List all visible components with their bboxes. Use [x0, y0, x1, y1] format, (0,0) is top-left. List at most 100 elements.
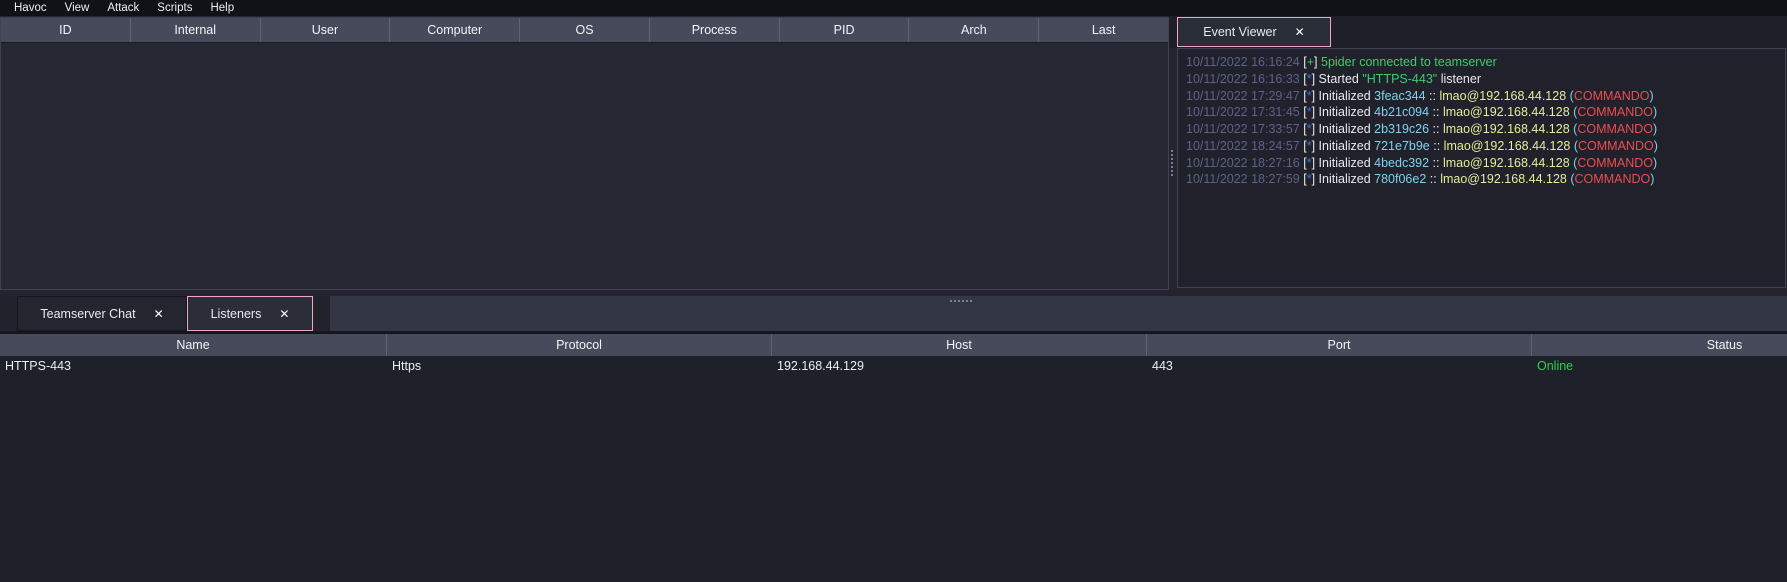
event-text-segment: listener [1437, 72, 1481, 86]
event-timestamp: 10/11/2022 17:33:57 [1186, 122, 1303, 136]
menu-item-scripts[interactable]: Scripts [148, 0, 201, 16]
event-text-segment: ) [1654, 139, 1658, 153]
event-text-segment: ) [1653, 122, 1657, 136]
sessions-column-internal[interactable]: Internal [131, 18, 261, 42]
event-text-segment: COMMANDO [1577, 122, 1653, 136]
listeners-column-name[interactable]: Name [0, 334, 387, 356]
tab-teamserver-chat[interactable]: Teamserver Chat ✕ [17, 296, 187, 331]
listeners-column-status[interactable]: Status [1532, 334, 1787, 356]
event-timestamp: 10/11/2022 18:27:59 [1186, 172, 1303, 186]
sessions-column-arch[interactable]: Arch [909, 18, 1039, 42]
menu-item-attack[interactable]: Attack [98, 0, 148, 16]
splitter-dot [966, 300, 968, 302]
splitter-dot [958, 300, 960, 302]
bottom-tabbar-spacer [330, 296, 1787, 331]
event-text-segment: ) [1650, 172, 1654, 186]
event-text-segment: 3feac344 [1374, 89, 1425, 103]
splitter-dot [950, 300, 952, 302]
splitter-dot [1171, 170, 1173, 172]
listeners-table-body[interactable]: HTTPS-443Https192.168.44.129443Online [0, 356, 1787, 582]
event-text-segment: ) [1653, 156, 1657, 170]
event-text-segment: ] Initialized [1312, 89, 1375, 103]
event-log-line: 10/11/2022 18:27:16 [*] Initialized 4bed… [1186, 155, 1785, 172]
event-text-segment: + [1307, 55, 1314, 69]
sessions-column-os[interactable]: OS [520, 18, 650, 42]
event-text-segment: :: [1426, 89, 1440, 103]
event-text-segment: :: [1429, 105, 1443, 119]
splitter-dot [1171, 166, 1173, 168]
menu-bar: HavocViewAttackScriptsHelp [0, 0, 1787, 16]
event-text-segment: ] Initialized [1312, 139, 1375, 153]
event-text-segment: ] Initialized [1312, 172, 1375, 186]
splitter-dot [1171, 150, 1173, 152]
listener-cell-status: Online [1532, 359, 1787, 373]
event-text-segment: 721e7b9e [1374, 139, 1430, 153]
event-log-line: 10/11/2022 17:33:57 [*] Initialized 2b31… [1186, 121, 1785, 138]
event-timestamp: 10/11/2022 17:29:47 [1186, 89, 1303, 103]
event-text-segment: 4b21c094 [1374, 105, 1429, 119]
tab-listeners[interactable]: Listeners ✕ [187, 296, 313, 331]
menu-item-havoc[interactable]: Havoc [5, 0, 56, 16]
event-text-segment: COMMANDO [1575, 172, 1651, 186]
menu-item-help[interactable]: Help [201, 0, 243, 16]
event-text-segment: COMMANDO [1574, 89, 1650, 103]
havoc-window: { "colors": { "accent_pink": "#f3a6c1", … [0, 0, 1787, 582]
event-text-segment: ) [1650, 89, 1654, 103]
vertical-splitter-handle[interactable] [1171, 150, 1173, 176]
splitter-dot [954, 300, 956, 302]
event-text-segment: COMMANDO [1577, 105, 1653, 119]
menu-item-view[interactable]: View [56, 0, 99, 16]
sessions-column-pid[interactable]: PID [780, 18, 910, 42]
event-log-line: 10/11/2022 16:16:24 [+] 5pider connected… [1186, 54, 1785, 71]
event-text-segment: 2b319c26 [1374, 122, 1429, 136]
tab-event-viewer[interactable]: Event Viewer ✕ [1177, 17, 1331, 47]
splitter-dot [1171, 162, 1173, 164]
close-icon[interactable]: ✕ [1295, 26, 1305, 38]
close-icon[interactable]: ✕ [279, 308, 289, 320]
listener-cell-host: 192.168.44.129 [772, 359, 1147, 373]
event-text-segment: lmao@192.168.44.128 [1440, 172, 1567, 186]
splitter-dot [1171, 154, 1173, 156]
event-text-segment: COMMANDO [1578, 139, 1654, 153]
sessions-column-user[interactable]: User [261, 18, 391, 42]
event-text-segment: :: [1429, 122, 1443, 136]
listener-cell-name: HTTPS-443 [0, 359, 387, 373]
sessions-column-id[interactable]: ID [1, 18, 131, 42]
splitter-dot [1171, 158, 1173, 160]
listeners-column-port[interactable]: Port [1147, 334, 1532, 356]
sessions-column-computer[interactable]: Computer [390, 18, 520, 42]
listener-cell-port: 443 [1147, 359, 1532, 373]
sessions-column-process[interactable]: Process [650, 18, 780, 42]
splitter-dot [962, 300, 964, 302]
event-timestamp: 10/11/2022 17:31:45 [1186, 105, 1303, 119]
event-log-line: 10/11/2022 17:29:47 [*] Initialized 3fea… [1186, 88, 1785, 105]
event-text-segment: COMMANDO [1577, 156, 1653, 170]
listener-row[interactable]: HTTPS-443Https192.168.44.129443Online [0, 356, 1787, 376]
event-text-segment: ] Started [1312, 72, 1363, 86]
event-timestamp: 10/11/2022 16:16:24 [1186, 55, 1303, 69]
event-log-line: 10/11/2022 18:24:57 [*] Initialized 721e… [1186, 138, 1785, 155]
listeners-column-protocol[interactable]: Protocol [387, 334, 772, 356]
sessions-table: IDInternalUserComputerOSProcessPIDArchLa… [0, 17, 1169, 290]
close-icon[interactable]: ✕ [154, 308, 164, 320]
event-text-segment: lmao@192.168.44.128 [1444, 139, 1571, 153]
event-timestamp: 10/11/2022 18:24:57 [1186, 139, 1303, 153]
listeners-column-host[interactable]: Host [772, 334, 1147, 356]
event-text-segment: ] Initialized [1312, 105, 1375, 119]
sessions-column-last[interactable]: Last [1039, 18, 1168, 42]
tab-label: Listeners [211, 307, 262, 321]
horizontal-splitter-handle[interactable] [950, 300, 972, 302]
event-text-segment: :: [1426, 172, 1440, 186]
tab-event-viewer-label: Event Viewer [1203, 25, 1276, 39]
tab-label: Teamserver Chat [40, 307, 135, 321]
event-text-segment: ] [1314, 55, 1321, 69]
event-text-segment: lmao@192.168.44.128 [1443, 122, 1570, 136]
event-log-panel[interactable]: 10/11/2022 16:16:24 [+] 5pider connected… [1177, 48, 1786, 288]
event-text-segment: :: [1430, 139, 1444, 153]
splitter-dot [1171, 174, 1173, 176]
event-text-segment: 780f06e2 [1374, 172, 1426, 186]
event-text-segment: ] Initialized [1312, 122, 1375, 136]
sessions-table-body[interactable] [1, 43, 1168, 289]
event-timestamp: 10/11/2022 18:27:16 [1186, 156, 1303, 170]
event-log-line: 10/11/2022 16:16:33 [*] Started "HTTPS-4… [1186, 71, 1785, 88]
